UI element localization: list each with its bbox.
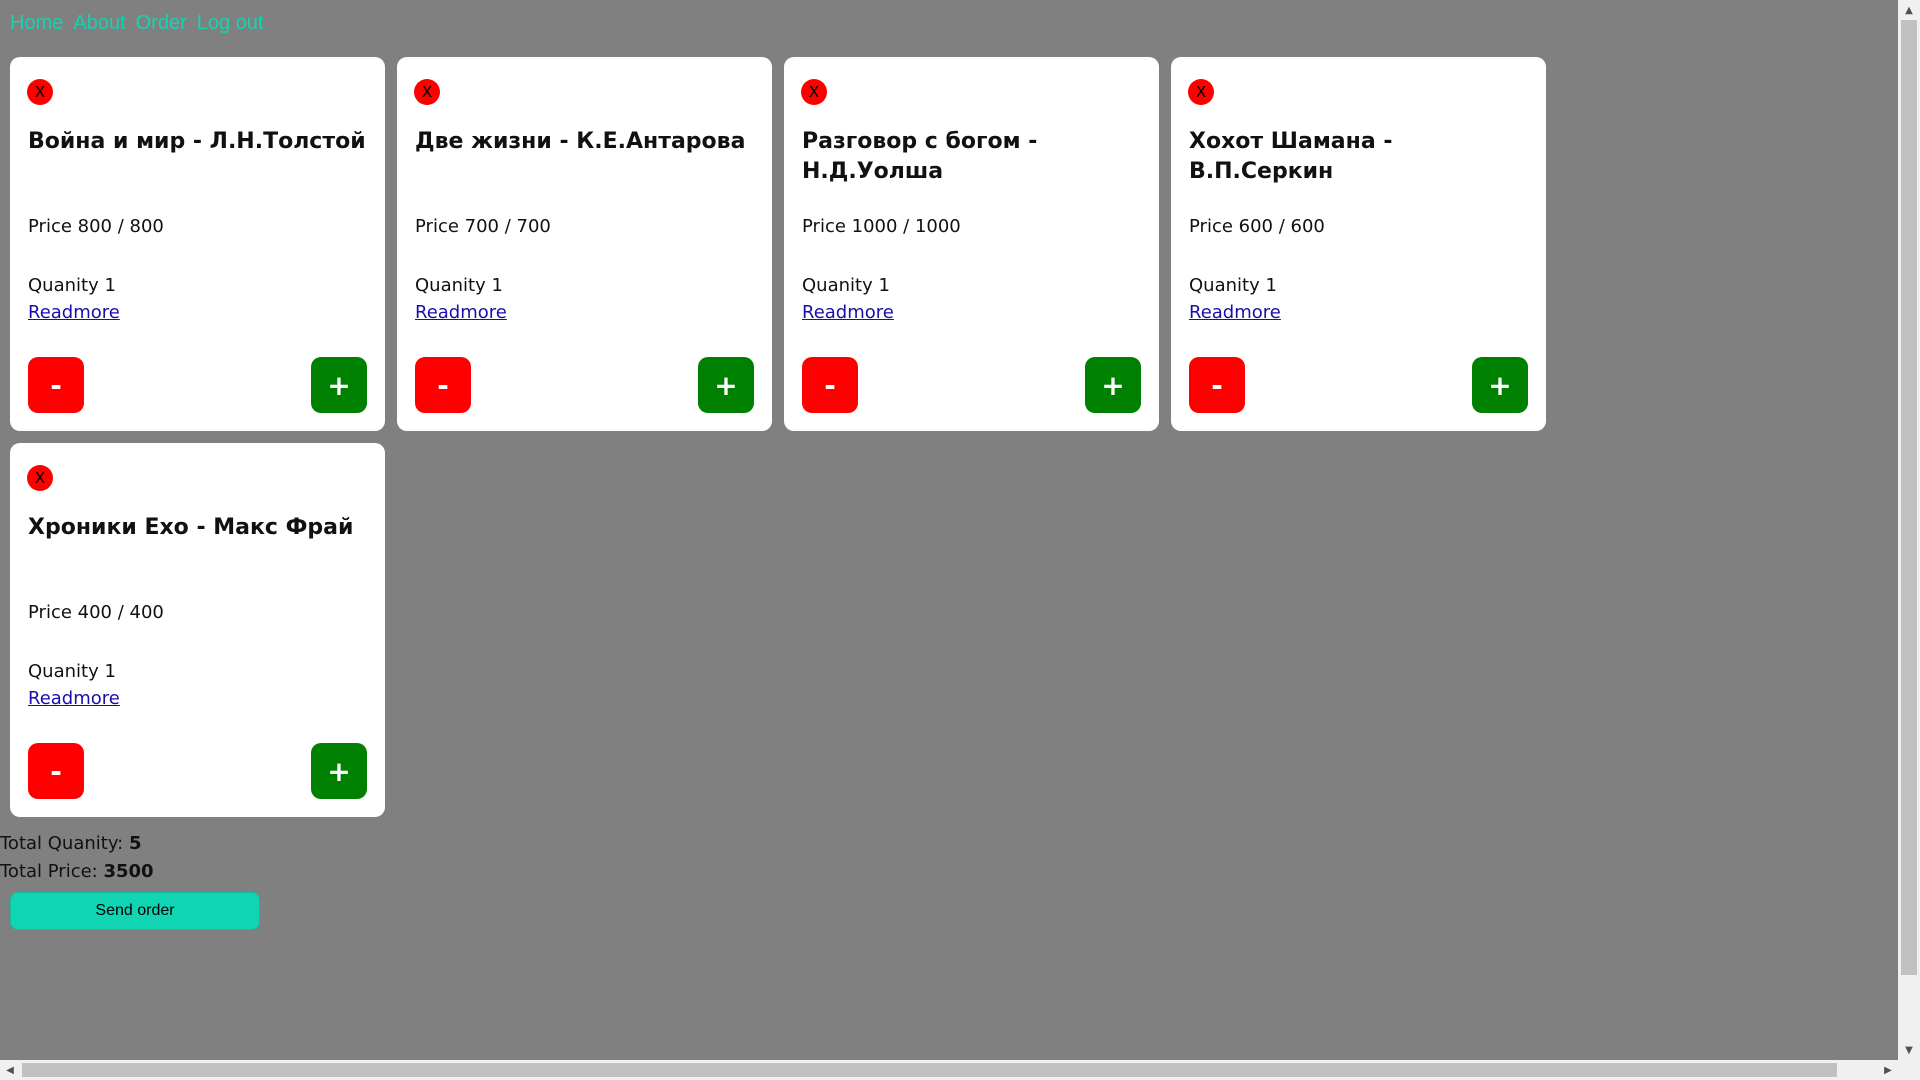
book-price: Price 400 / 400: [28, 602, 164, 623]
book-quantity: Quanity 1: [1189, 275, 1277, 296]
nav-home-link[interactable]: Home: [10, 12, 63, 35]
total-quantity-value: 5: [128, 833, 142, 854]
readmore-link[interactable]: Readmore: [802, 302, 894, 323]
book-title: Хохот Шамана - В.П.Серкин: [1189, 129, 1393, 184]
book-card-list: X Война и мир - Л.Н.Толстой Price 800 / …: [10, 57, 1570, 817]
book-price: Price 800 / 800: [28, 216, 164, 237]
book-price: Price 700 / 700: [415, 216, 551, 237]
scroll-right-arrow-icon[interactable]: ▶: [1878, 1060, 1898, 1080]
book-title: Война и мир - Л.Н.Толстой: [28, 129, 366, 154]
remove-item-button[interactable]: X: [801, 79, 827, 105]
increase-quantity-button[interactable]: +: [311, 743, 367, 799]
total-quantity: Total Quanity: 5: [0, 830, 154, 858]
remove-item-button[interactable]: X: [27, 465, 53, 491]
remove-item-button[interactable]: X: [27, 79, 53, 105]
book-card: X Две жизни - К.Е.Антарова Price 700 / 7…: [397, 57, 772, 431]
scroll-down-arrow-icon[interactable]: ▼: [1898, 1040, 1920, 1060]
increase-quantity-button[interactable]: +: [1472, 357, 1528, 413]
book-card: X Война и мир - Л.Н.Толстой Price 800 / …: [10, 57, 385, 431]
book-price: Price 1000 / 1000: [802, 216, 961, 237]
decrease-quantity-button[interactable]: -: [415, 357, 471, 413]
total-quantity-label: Total Quanity:: [0, 833, 129, 854]
book-quantity: Quanity 1: [415, 275, 503, 296]
book-title: Хроники Ехо - Макс Фрай: [28, 515, 354, 540]
decrease-quantity-button[interactable]: -: [1189, 357, 1245, 413]
readmore-link[interactable]: Readmore: [28, 302, 120, 323]
horizontal-scrollbar[interactable]: ◀ ▶: [0, 1060, 1920, 1080]
book-card: X Хроники Ехо - Макс Фрай Price 400 / 40…: [10, 443, 385, 817]
readmore-link[interactable]: Readmore: [1189, 302, 1281, 323]
decrease-quantity-button[interactable]: -: [802, 357, 858, 413]
scroll-up-arrow-icon[interactable]: ▲: [1898, 0, 1920, 20]
total-price-value: 3500: [103, 861, 154, 882]
book-card: X Разговор с богом - Н.Д.Уолша Price 100…: [784, 57, 1159, 431]
scroll-left-arrow-icon[interactable]: ◀: [0, 1060, 20, 1080]
book-quantity: Quanity 1: [802, 275, 890, 296]
decrease-quantity-button[interactable]: -: [28, 743, 84, 799]
book-quantity: Quanity 1: [28, 275, 116, 296]
nav-about-link[interactable]: About: [73, 12, 125, 35]
book-quantity: Quanity 1: [28, 661, 116, 682]
book-title: Разговор с богом - Н.Д.Уолша: [802, 129, 1038, 184]
send-order-button[interactable]: Send order: [10, 892, 260, 930]
book-card: X Хохот Шамана - В.П.Серкин Price 600 / …: [1171, 57, 1546, 431]
book-price: Price 600 / 600: [1189, 216, 1325, 237]
increase-quantity-button[interactable]: +: [698, 357, 754, 413]
horizontal-scroll-thumb[interactable]: [22, 1063, 1837, 1077]
nav-logout-link[interactable]: Log out: [197, 12, 264, 35]
readmore-link[interactable]: Readmore: [415, 302, 507, 323]
remove-item-button[interactable]: X: [1188, 79, 1214, 105]
top-navigation: Home About Order Log out: [10, 12, 263, 35]
increase-quantity-button[interactable]: +: [311, 357, 367, 413]
vertical-scroll-thumb[interactable]: [1901, 20, 1917, 975]
increase-quantity-button[interactable]: +: [1085, 357, 1141, 413]
book-title: Две жизни - К.Е.Антарова: [415, 129, 746, 154]
total-price-label: Total Price:: [0, 861, 104, 882]
order-totals: Total Quanity: 5 Total Price: 3500: [0, 830, 154, 886]
readmore-link[interactable]: Readmore: [28, 688, 120, 709]
vertical-scrollbar[interactable]: ▲ ▼: [1898, 0, 1920, 1080]
remove-item-button[interactable]: X: [414, 79, 440, 105]
total-price: Total Price: 3500: [0, 858, 154, 886]
decrease-quantity-button[interactable]: -: [28, 357, 84, 413]
nav-order-link[interactable]: Order: [136, 12, 187, 35]
